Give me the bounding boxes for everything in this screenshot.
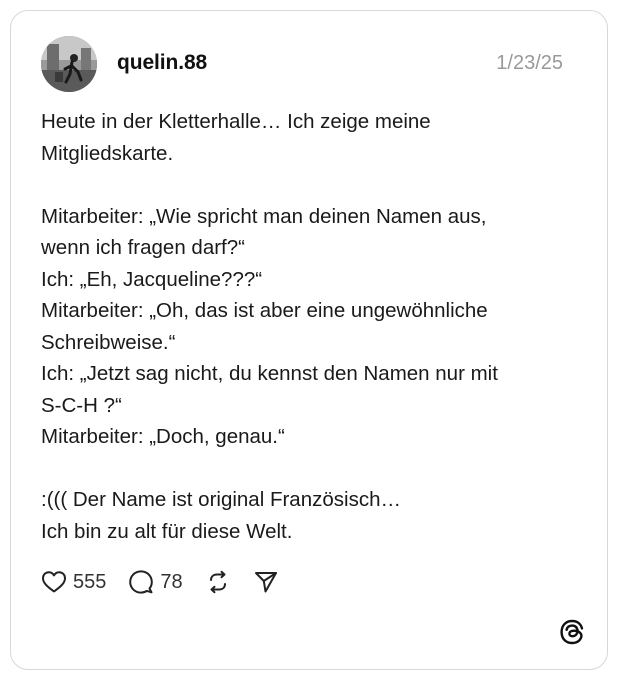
post-date: 1/23/25 [496, 52, 563, 74]
post-text-line: Ich: „Eh, Jacqueline???“ [41, 267, 263, 291]
comment-count: 78 [160, 570, 183, 593]
heart-icon [42, 571, 66, 593]
send-icon [254, 572, 277, 593]
repost-button[interactable] [205, 569, 231, 595]
post-card: quelin.88 1/23/25 Heute in der Kletterha… [10, 10, 608, 670]
avatar[interactable] [41, 36, 97, 92]
post-text-line: Ich bin zu alt für diese Welt. [41, 519, 293, 543]
post-text: Heute in der Kletterhalle… Ich zeige mei… [41, 106, 581, 547]
post-text-line: Mitarbeiter: „Wie spricht man deinen Nam… [41, 204, 487, 228]
post-text-line: Mitgliedskarte. [41, 141, 174, 165]
post-text-line [41, 169, 581, 201]
post-text-line: Heute in der Kletterhalle… Ich zeige mei… [41, 110, 431, 133]
post-text-line: wenn ich fragen darf?“ [41, 236, 245, 259]
post-text-line: :((( Der Name ist original Französisch… [41, 488, 401, 511]
repost-icon [209, 570, 226, 594]
post-header: quelin.88 1/23/25 [41, 36, 571, 94]
post-text-line: Ich: „Jetzt sag nicht, du kennst den Nam… [41, 362, 498, 385]
comment-button[interactable]: 78 [128, 569, 183, 595]
threads-logo-icon [560, 619, 584, 645]
post-text-line: Mitarbeiter: „Doch, genau.“ [41, 425, 285, 448]
post-text-line [41, 453, 581, 485]
like-count: 555 [73, 570, 107, 593]
post-text-line: Schreibweise.“ [41, 330, 176, 354]
post-text-line: S-C-H ?“ [41, 393, 122, 417]
username[interactable]: quelin.88 [117, 51, 207, 75]
avatar-photo [41, 36, 97, 92]
share-button[interactable] [253, 569, 279, 595]
comment-bubble-icon [129, 570, 154, 594]
post-text-line: Mitarbeiter: „Oh, das ist aber eine unge… [41, 299, 488, 322]
like-button[interactable]: 555 [41, 570, 106, 594]
post-actions: 555 78 [41, 567, 301, 597]
